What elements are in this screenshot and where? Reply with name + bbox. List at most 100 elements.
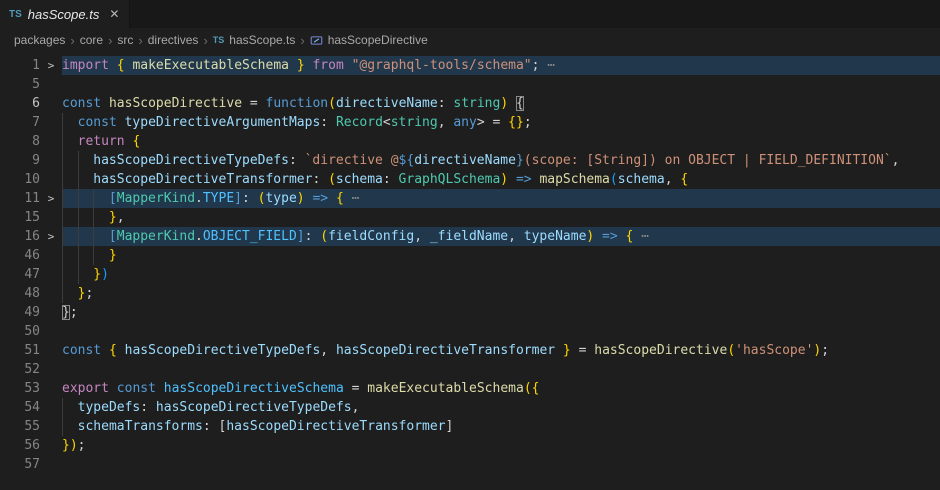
code-line-content: import { makeExecutableSchema } from "@g…: [62, 56, 940, 75]
tab-hasscope[interactable]: TS hasScope.ts ✕: [0, 0, 130, 28]
code-line[interactable]: 51const { hasScopeDirectiveTypeDefs, has…: [0, 341, 940, 360]
line-number: 56: [0, 436, 40, 455]
code-token: {: [532, 381, 540, 396]
breadcrumb-item-src[interactable]: src: [117, 33, 133, 47]
code-line[interactable]: 9hasScopeDirectiveTypeDefs: `directive @…: [0, 151, 940, 170]
code-line[interactable]: 10hasScopeDirectiveTransformer: (schema:…: [0, 170, 940, 189]
breadcrumb-label: packages: [14, 33, 65, 47]
breadcrumb-item-packages[interactable]: packages: [14, 33, 65, 47]
fold-chevron-icon[interactable]: >: [40, 56, 62, 75]
gutter-spacer: [40, 341, 62, 360]
code-token: =: [250, 96, 266, 111]
code-line[interactable]: 11>[MapperKind.TYPE]: (type) => { ⋯: [0, 189, 940, 208]
code-token: ,: [438, 115, 454, 130]
editor-gutter: 9: [0, 151, 62, 170]
code-token: const: [117, 381, 164, 396]
code-token: }: [297, 58, 305, 73]
code-token: {: [516, 96, 524, 111]
code-line[interactable]: 52: [0, 360, 940, 379]
code-token: hasScopeDirective: [109, 96, 250, 111]
indent-guide: [78, 227, 94, 246]
code-token: schemaTransforms: [78, 419, 203, 434]
line-number: 6: [0, 94, 40, 113]
folded-code-ellipsis: ⋯: [539, 58, 555, 73]
breadcrumb-label: directives: [148, 33, 199, 47]
code-line[interactable]: 1>import { makeExecutableSchema } from "…: [0, 56, 940, 75]
indent-guide: [62, 284, 78, 303]
code-token: hasScopeDirectiveTransformer: [93, 172, 312, 187]
code-token: (scope: [String]) on OBJECT | FIELD_DEFI…: [524, 153, 892, 168]
code-line[interactable]: 16>[MapperKind.OBJECT_FIELD]: (fieldConf…: [0, 227, 940, 246]
fold-chevron-icon[interactable]: >: [40, 227, 62, 246]
tab-bar: TS hasScope.ts ✕: [0, 0, 940, 28]
code-token: ;: [78, 438, 86, 453]
editor-gutter: 49: [0, 303, 62, 322]
code-token: ]: [446, 419, 454, 434]
gutter-spacer: [40, 246, 62, 265]
code-line[interactable]: 53export const hasScopeDirectiveSchema =…: [0, 379, 940, 398]
gutter-spacer: [40, 303, 62, 322]
code-line[interactable]: 57: [0, 455, 940, 474]
line-number: 11: [0, 189, 40, 208]
code-token: .: [195, 229, 203, 244]
breadcrumb-item-hasscopedirective[interactable]: hasScopeDirective: [310, 33, 428, 47]
code-token: ,: [117, 210, 125, 225]
editor-gutter: 57: [0, 455, 62, 474]
gutter-spacer: [40, 455, 62, 474]
line-number: 50: [0, 322, 40, 341]
code-token: hasScopeDirectiveTypeDefs: [93, 153, 289, 168]
editor-gutter: 5: [0, 75, 62, 94]
line-number: 52: [0, 360, 40, 379]
breadcrumb-item-hasscope-ts[interactable]: TShasScope.ts: [213, 33, 296, 47]
code-token: hasScopeDirectiveSchema: [164, 381, 344, 396]
editor-gutter: 47: [0, 265, 62, 284]
code-token: hasScopeDirectiveTypeDefs: [156, 400, 352, 415]
line-number: 48: [0, 284, 40, 303]
breadcrumb-item-directives[interactable]: directives: [148, 33, 199, 47]
code-line[interactable]: 46}: [0, 246, 940, 265]
code-token: MapperKind: [117, 191, 195, 206]
typescript-file-icon: TS: [213, 35, 225, 45]
code-line-content: const typeDirectiveArgumentMaps: Record<…: [62, 113, 940, 132]
code-token: :: [320, 115, 336, 130]
code-token: }: [93, 267, 101, 282]
code-line[interactable]: 55schemaTransforms: [hasScopeDirectiveTr…: [0, 417, 940, 436]
line-number: 53: [0, 379, 40, 398]
indent-guide: [78, 189, 94, 208]
code-token: OBJECT_FIELD: [203, 229, 297, 244]
code-line[interactable]: 48};: [0, 284, 940, 303]
code-token: const: [62, 343, 109, 358]
indent-guide: [62, 113, 78, 132]
gutter-spacer: [40, 322, 62, 341]
close-icon[interactable]: ✕: [109, 8, 119, 20]
editor-gutter: 56: [0, 436, 62, 455]
editor-gutter: 6: [0, 94, 62, 113]
code-line[interactable]: 47}): [0, 265, 940, 284]
code-token: (: [328, 172, 336, 187]
code-line[interactable]: 49};: [0, 303, 940, 322]
code-line[interactable]: 8return {: [0, 132, 940, 151]
code-token: (: [610, 172, 618, 187]
code-token: ]: [234, 191, 242, 206]
code-editor[interactable]: 1>import { makeExecutableSchema } from "…: [0, 52, 940, 474]
indent-guide: [78, 208, 94, 227]
editor-gutter: 8: [0, 132, 62, 151]
code-token: }: [62, 438, 70, 453]
code-line[interactable]: 15},: [0, 208, 940, 227]
fold-chevron-icon[interactable]: >: [40, 189, 62, 208]
code-line[interactable]: 7const typeDirectiveArgumentMaps: Record…: [0, 113, 940, 132]
breadcrumb-item-core[interactable]: core: [80, 33, 103, 47]
code-token: hasScopeDirectiveTransformer: [336, 343, 555, 358]
code-line[interactable]: 6const hasScopeDirective = function(dire…: [0, 94, 940, 113]
indent-guide: [93, 189, 109, 208]
line-number: 15: [0, 208, 40, 227]
code-line[interactable]: 5: [0, 75, 940, 94]
code-token: "@graphql-tools/schema": [352, 58, 532, 73]
code-line[interactable]: 56});: [0, 436, 940, 455]
code-line[interactable]: 50: [0, 322, 940, 341]
breadcrumb-separator-icon: ›: [300, 33, 304, 48]
code-line[interactable]: 54typeDefs: hasScopeDirectiveTypeDefs,: [0, 398, 940, 417]
line-number: 46: [0, 246, 40, 265]
gutter-spacer: [40, 132, 62, 151]
line-number: 55: [0, 417, 40, 436]
